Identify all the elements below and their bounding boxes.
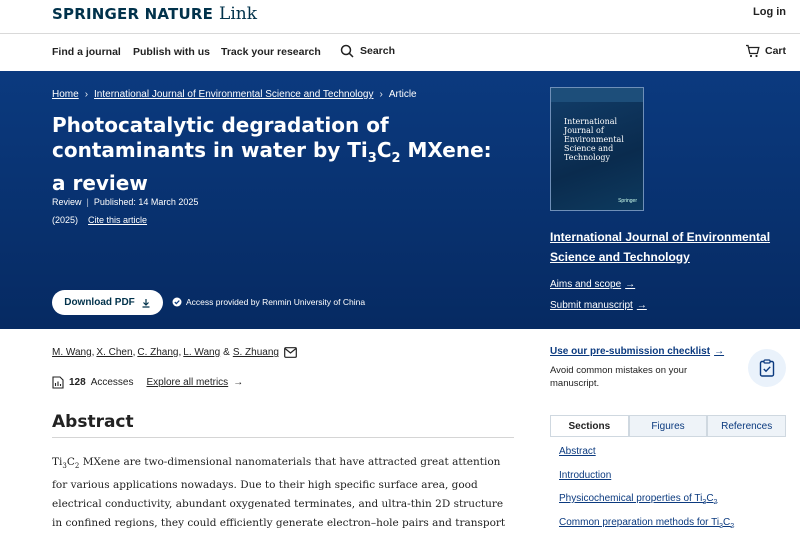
checklist-badge xyxy=(748,349,786,387)
arrow-right-icon: → xyxy=(625,279,636,290)
cover-band xyxy=(551,88,643,102)
main-nav: Find a journal Publish with us Track you… xyxy=(0,35,800,71)
abstract-text: Ti3C2 MXene are two-dimensional nanomate… xyxy=(52,456,506,530)
published-date: Published: 14 March 2025 xyxy=(93,197,199,207)
document-chart-icon xyxy=(52,376,64,389)
tab-references[interactable]: References xyxy=(707,415,787,436)
cite-link[interactable]: Cite this article xyxy=(88,215,147,225)
checklist-description: Avoid common mistakes on your manuscript… xyxy=(550,365,688,389)
chevron-right-icon: › xyxy=(84,89,89,100)
breadcrumb-journal[interactable]: International Journal of Environmental S… xyxy=(94,89,373,100)
search-label: Search xyxy=(360,45,396,57)
cart-button[interactable]: Cart xyxy=(745,44,786,58)
author-link[interactable]: M. Wang xyxy=(52,347,92,358)
logo-suffix: Link xyxy=(219,4,258,24)
divider xyxy=(52,437,514,438)
explore-metrics-link[interactable]: Explore all metrics xyxy=(146,377,228,388)
abstract-heading: Abstract xyxy=(52,412,134,432)
logo-brand: SPRINGER NATURE xyxy=(52,5,214,23)
journal-cover[interactable]: International Journal of Environmental S… xyxy=(550,87,644,211)
access-label: Accesses xyxy=(90,377,134,388)
access-notice: Access provided by Renmin University of … xyxy=(172,297,365,307)
chevron-right-icon: › xyxy=(379,89,383,100)
search-icon xyxy=(340,44,354,58)
pre-submission-checklist-link[interactable]: Use our pre-submission checklist → xyxy=(550,346,724,357)
article-title: Photocatalytic degradation of contaminan… xyxy=(52,113,492,195)
author-list: M. Wang, X. Chen, C. Zhang, L. Wang & S. … xyxy=(52,347,297,358)
tab-sections[interactable]: Sections xyxy=(550,415,629,436)
search-button[interactable]: Search xyxy=(340,44,395,58)
download-icon xyxy=(142,298,150,308)
download-label: Download PDF xyxy=(64,297,135,308)
cart-label: Cart xyxy=(764,45,786,57)
author-link[interactable]: X. Chen xyxy=(96,347,132,358)
cover-title: International Journal of Environmental S… xyxy=(564,117,624,162)
login-link[interactable]: Log in xyxy=(753,6,786,18)
nav-find-journal[interactable]: Find a journal xyxy=(52,46,121,58)
submit-manuscript-link[interactable]: Submit manuscript → xyxy=(550,300,647,311)
article-meta: Review | Published: 14 March 2025 xyxy=(52,197,198,207)
author-link[interactable]: C. Zhang xyxy=(137,347,178,358)
toc-item-introduction[interactable]: Introduction xyxy=(559,470,734,494)
toc-item-preparation[interactable]: Common preparation methods for Ti3C2 xyxy=(559,517,734,533)
toc-item-abstract[interactable]: Abstract xyxy=(559,446,734,470)
author-link[interactable]: S. Zhuang xyxy=(233,347,279,358)
meta-divider: | xyxy=(86,197,89,207)
article-meta-2: (2025) Cite this article xyxy=(52,215,147,225)
springer-nature-logo[interactable]: SPRINGER NATURE Link xyxy=(52,4,257,24)
arrow-right-icon: → xyxy=(714,346,725,357)
aims-scope-link[interactable]: Aims and scope → xyxy=(550,279,635,290)
nav-track-research[interactable]: Track your research xyxy=(221,46,321,58)
clipboard-check-icon xyxy=(759,359,775,377)
breadcrumb-current: Article xyxy=(388,89,417,100)
email-icon[interactable] xyxy=(284,347,297,358)
journal-name-link[interactable]: International Journal of Environmental S… xyxy=(550,227,790,267)
top-header: SPRINGER NATURE Link Log in xyxy=(0,0,800,34)
article-type: Review xyxy=(52,197,82,207)
tab-figures[interactable]: Figures xyxy=(628,415,708,436)
access-count: 128 xyxy=(69,377,86,388)
table-of-contents: Abstract Introduction Physicochemical pr… xyxy=(559,446,734,533)
breadcrumb-home[interactable]: Home xyxy=(52,89,79,100)
article-hero: Home › International Journal of Environm… xyxy=(0,71,800,329)
download-pdf-button[interactable]: Download PDF xyxy=(52,290,163,315)
arrow-right-icon: → xyxy=(233,377,244,388)
access-text: Access provided by Renmin University of … xyxy=(186,297,366,307)
arrow-right-icon: → xyxy=(636,300,647,311)
article-year: (2025) xyxy=(52,215,79,225)
breadcrumb: Home › International Journal of Environm… xyxy=(52,89,417,100)
cover-publisher: Springer xyxy=(618,198,637,204)
metrics-row: 128 Accesses Explore all metrics → xyxy=(52,376,243,389)
toc-item-properties[interactable]: Physicochemical properties of Ti3C2 xyxy=(559,493,734,517)
checklist-label: Use our pre-submission checklist xyxy=(550,346,711,357)
check-circle-icon xyxy=(172,297,182,307)
nav-publish[interactable]: Publish with us xyxy=(133,46,210,58)
aims-label: Aims and scope xyxy=(550,279,622,290)
cart-icon xyxy=(745,44,760,58)
sidebar-tabs: Sections Figures References xyxy=(550,415,787,437)
author-link[interactable]: L. Wang xyxy=(183,347,220,358)
submit-label: Submit manuscript xyxy=(550,300,633,311)
